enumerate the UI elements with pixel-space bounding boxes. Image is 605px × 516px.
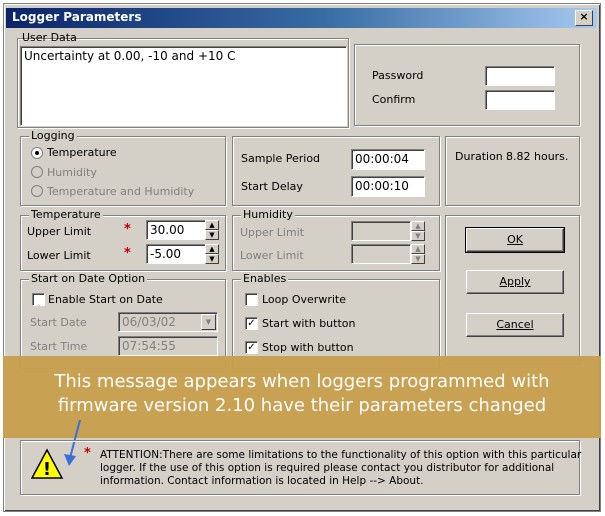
duration-value: 8.82 hours. — [506, 150, 569, 163]
loop-overwrite-label: Loop Overwrite — [262, 293, 346, 306]
duration-label: Duration : — [455, 150, 510, 163]
spin-up-icon: ▲ — [411, 244, 425, 254]
logging-group-label: Logging — [29, 129, 77, 142]
spin-up-icon: ▲ — [411, 221, 425, 231]
spin-up-icon[interactable]: ▲ — [205, 220, 219, 230]
temp-lower-star: * — [124, 246, 131, 261]
loop-overwrite-checkbox[interactable] — [245, 293, 258, 306]
temp-upper-star: * — [124, 222, 131, 237]
temp-lower-label: Lower Limit — [27, 249, 91, 262]
start-with-button-checkbox[interactable]: ✓ — [245, 317, 258, 330]
hum-upper-field — [351, 221, 411, 241]
start-delay-label: Start Delay — [241, 180, 303, 193]
radio-temp-humidity — [31, 185, 43, 197]
temp-upper-field[interactable]: 30.00 — [146, 220, 206, 240]
user-data-textarea[interactable]: Uncertainty at 0.00, -10 and +10 C — [20, 46, 347, 126]
start-date-dropdown: ▼ — [201, 314, 216, 330]
enable-start-on-date-checkbox[interactable] — [32, 293, 45, 306]
confirm-field[interactable] — [485, 90, 555, 110]
start-time-label: Start Time — [30, 340, 88, 353]
password-label: Password — [372, 69, 424, 82]
apply-button[interactable]: Apply — [466, 270, 564, 294]
confirm-label: Confirm — [372, 93, 416, 106]
attention-line-2: logger. If the use of this option is req… — [100, 462, 555, 474]
annotation-line-1: This message appears when loggers progra… — [54, 371, 550, 392]
stop-with-button-checkbox[interactable]: ✓ — [245, 341, 258, 354]
enables-group-label: Enables — [241, 272, 289, 285]
start-date-label: Start Date — [30, 316, 87, 329]
radio-temperature-label: Temperature — [47, 146, 117, 159]
sample-period-field[interactable]: 00:00:04 — [351, 149, 425, 170]
spin-down-icon[interactable]: ▼ — [205, 230, 219, 240]
radio-humidity-label: Humidity — [47, 166, 97, 179]
chevron-down-icon: ▼ — [201, 314, 216, 330]
ok-button-label: OK — [507, 233, 523, 246]
close-button[interactable]: × — [575, 10, 593, 26]
temp-upper-label: Upper Limit — [27, 225, 92, 238]
spin-down-icon: ▼ — [411, 231, 425, 241]
hum-lower-spinner: ▲ ▼ — [411, 244, 425, 264]
annotation-banner: This message appears when loggers progra… — [3, 356, 601, 438]
warning-icon: ! — [30, 448, 64, 480]
enable-start-on-date-label: Enable Start on Date — [48, 293, 163, 306]
duration-group — [445, 136, 580, 206]
hum-lower-label: Lower Limit — [240, 249, 304, 262]
temperature-group-label: Temperature — [29, 208, 103, 221]
warning-glyph: ! — [43, 459, 51, 480]
radio-humidity — [31, 166, 43, 178]
spin-down-icon: ▼ — [411, 254, 425, 264]
title-bar[interactable]: Logger Parameters × — [6, 8, 597, 28]
radio-temp-humidity-label: Temperature and Humidity — [47, 185, 195, 198]
hum-lower-field — [351, 244, 411, 264]
attention-message: ATTENTION:There are some limitations to … — [100, 449, 581, 488]
spin-up-icon[interactable]: ▲ — [205, 244, 219, 254]
start-time-field: 07:54:55 — [118, 336, 218, 356]
humidity-group-label: Humidity — [241, 208, 295, 221]
start-delay-field[interactable]: 00:00:10 — [351, 176, 425, 197]
hum-upper-label: Upper Limit — [240, 226, 305, 239]
sample-period-label: Sample Period — [241, 152, 321, 165]
password-field[interactable] — [485, 66, 555, 86]
spin-down-icon[interactable]: ▼ — [205, 254, 219, 264]
attention-line-1: ATTENTION:There are some limitations to … — [100, 449, 582, 461]
temp-lower-field[interactable]: -5.00 — [146, 244, 206, 264]
temp-upper-spinner[interactable]: ▲ ▼ — [205, 220, 219, 240]
ok-button[interactable]: OK — [465, 227, 565, 253]
cancel-button[interactable]: Cancel — [466, 313, 564, 337]
start-with-button-label: Start with button — [262, 317, 356, 330]
attention-line-3: information. Contact information is loca… — [100, 475, 424, 487]
annotation-line-2: firmware version 2.10 have their paramet… — [57, 395, 547, 416]
apply-button-label: Apply — [499, 275, 531, 288]
user-data-label: User Data — [22, 31, 77, 44]
stop-with-button-label: Stop with button — [262, 341, 354, 354]
window-title: Logger Parameters — [12, 10, 142, 24]
hum-upper-spinner: ▲ ▼ — [411, 221, 425, 241]
attention-star: * — [84, 446, 91, 461]
radio-temperature[interactable] — [31, 147, 43, 159]
temp-lower-spinner[interactable]: ▲ ▼ — [205, 244, 219, 264]
start-on-date-group-label: Start on Date Option — [29, 272, 148, 285]
cancel-button-label: Cancel — [496, 318, 534, 331]
